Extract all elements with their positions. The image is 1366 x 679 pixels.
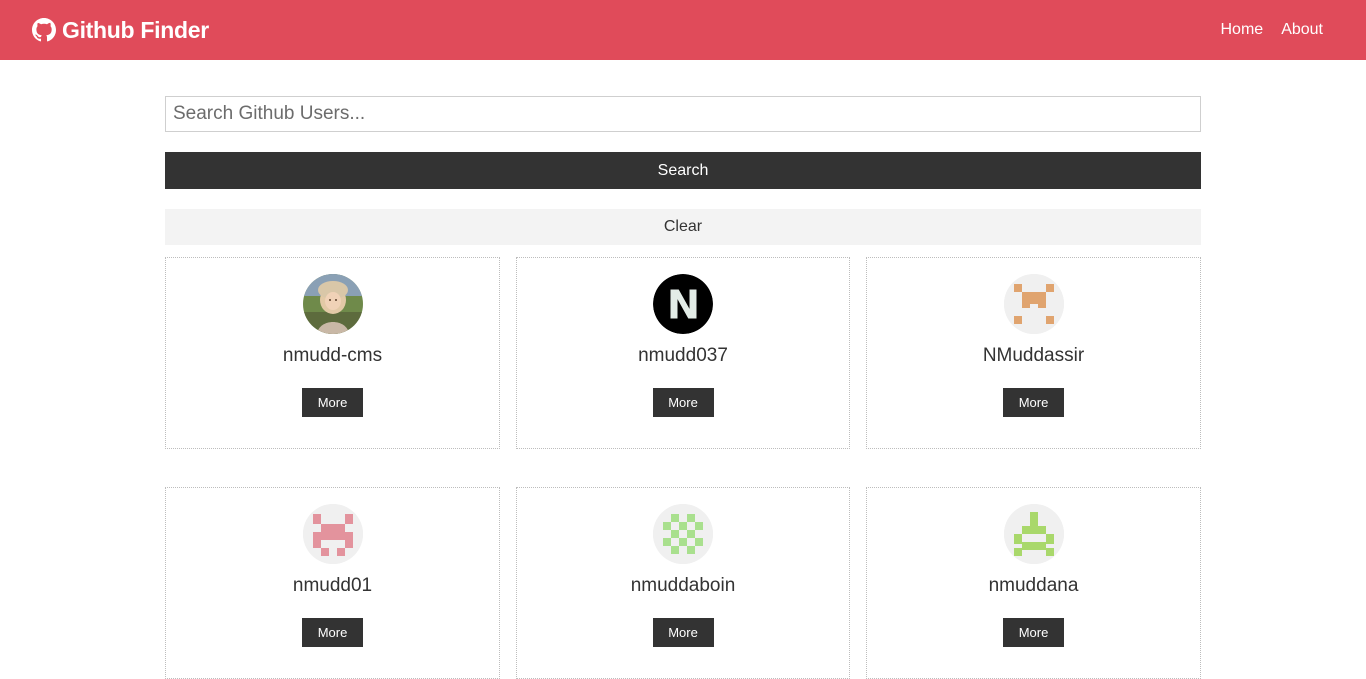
user-card: NMuddassir More	[866, 257, 1201, 449]
brand-title: Github Finder	[62, 16, 209, 43]
search-button[interactable]: Search	[165, 152, 1201, 189]
user-login: nmuddana	[988, 575, 1079, 596]
nav-link-home[interactable]: Home	[1221, 21, 1264, 39]
photo-avatar-icon	[302, 274, 363, 334]
more-button[interactable]: More	[302, 388, 363, 417]
user-login: NMuddassir	[982, 345, 1085, 366]
identicon-orange-icon	[1003, 274, 1064, 334]
identicon-pink-icon	[302, 504, 363, 564]
user-login: nmuddaboin	[630, 575, 736, 596]
user-card: nmudd01 More	[165, 487, 500, 679]
user-card: nmuddana More	[866, 487, 1201, 679]
github-icon	[32, 18, 56, 42]
more-button[interactable]: More	[302, 618, 363, 647]
user-login: nmudd-cms	[282, 345, 383, 366]
avatar	[302, 274, 363, 334]
user-login: nmudd037	[638, 345, 728, 366]
users-grid: nmudd-cms More nmudd037 More NMuddassir …	[165, 257, 1201, 679]
identicon-green-icon	[653, 504, 713, 564]
avatar	[1003, 274, 1064, 334]
user-login: nmudd01	[292, 575, 373, 596]
avatar	[653, 274, 713, 334]
navbar: Github Finder Home About	[0, 0, 1366, 60]
main-container: Search Clear nmudd-cms More	[165, 96, 1201, 679]
identicon-lime-icon	[1003, 504, 1064, 564]
more-button[interactable]: More	[1003, 388, 1064, 417]
clear-button[interactable]: Clear	[165, 209, 1201, 245]
search-input[interactable]	[165, 96, 1201, 132]
user-card: nmudd037 More	[516, 257, 850, 449]
more-button[interactable]: More	[652, 388, 714, 417]
avatar	[1003, 504, 1064, 564]
nav-link-about[interactable]: About	[1281, 21, 1323, 39]
more-button[interactable]: More	[652, 618, 714, 647]
avatar	[302, 504, 363, 564]
brand[interactable]: Github Finder	[32, 17, 209, 44]
user-card: nmudd-cms More	[165, 257, 500, 449]
letter-n-avatar-icon	[653, 274, 713, 334]
user-card: nmuddaboin More	[516, 487, 850, 679]
avatar	[653, 504, 713, 564]
nav-links: Home About	[1203, 21, 1324, 39]
more-button[interactable]: More	[1003, 618, 1064, 647]
